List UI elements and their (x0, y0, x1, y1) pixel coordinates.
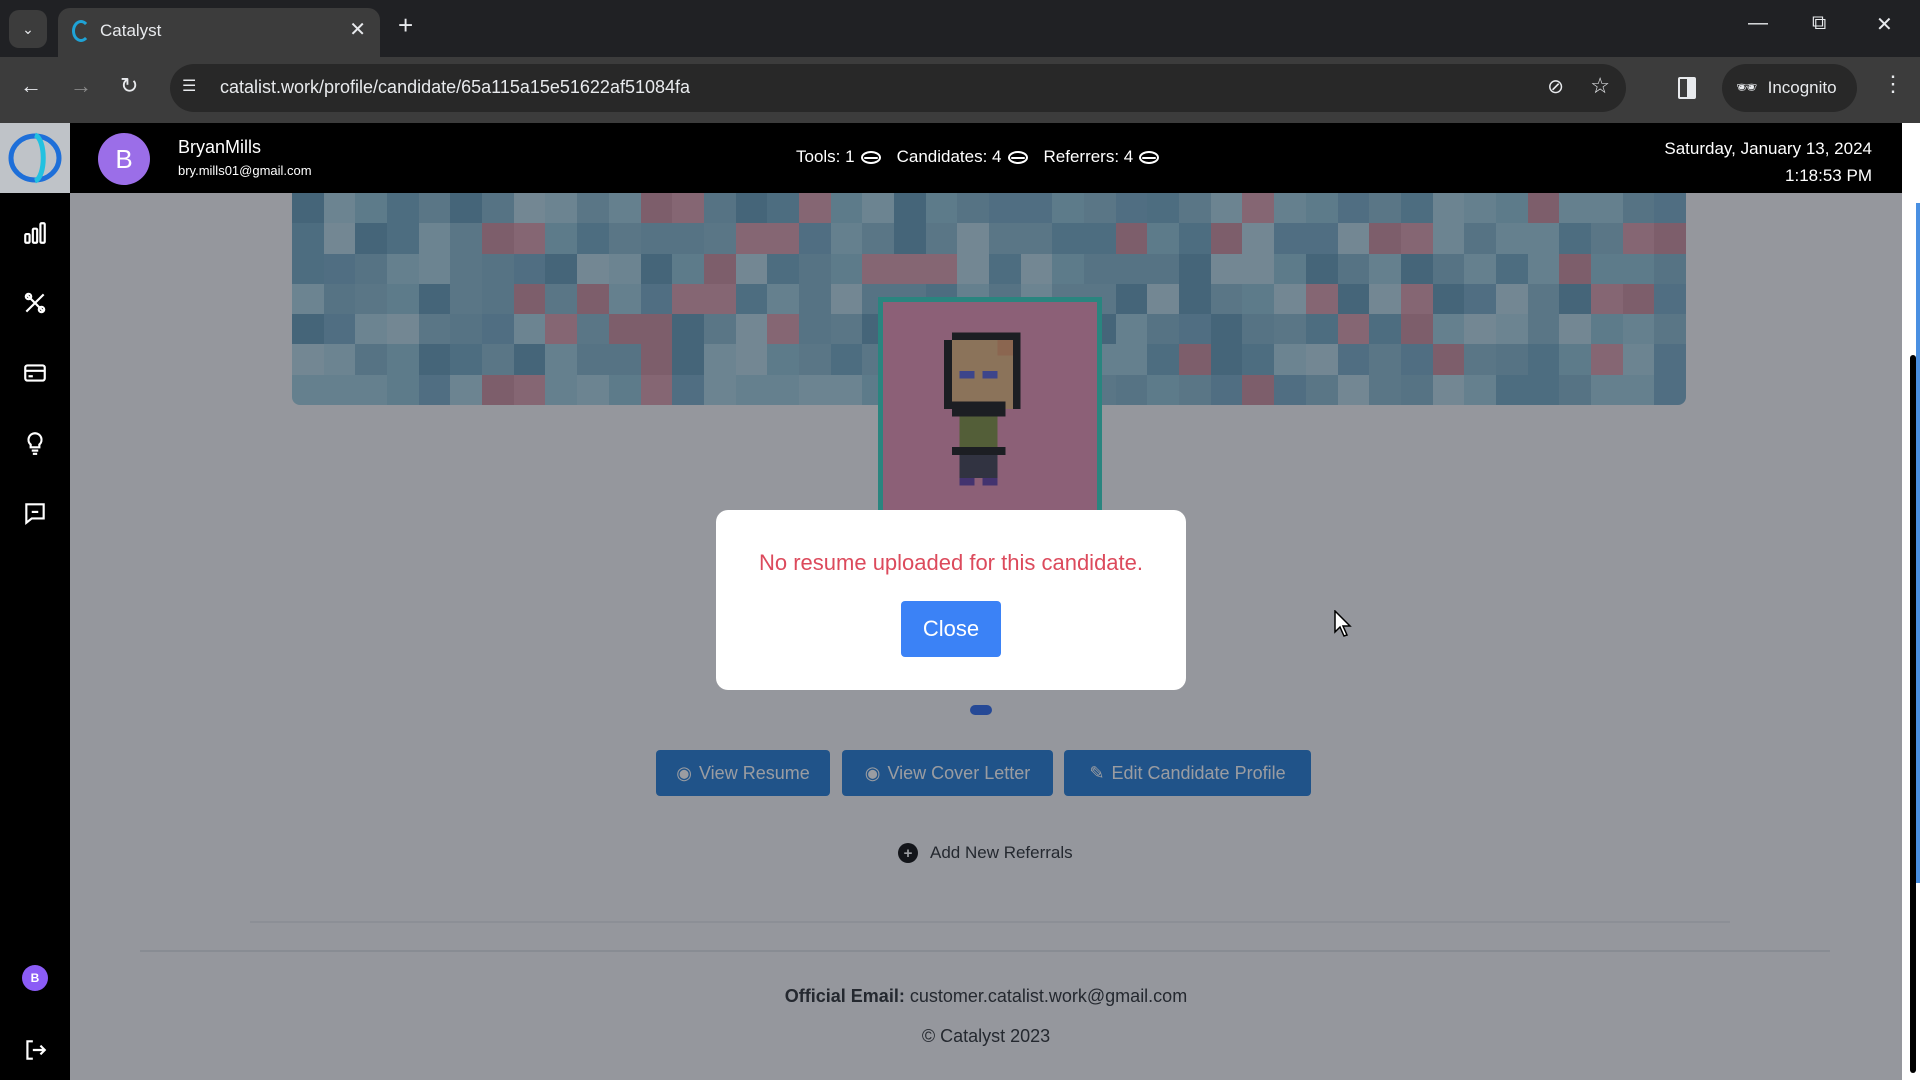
close-tab-icon[interactable]: ✕ (349, 17, 366, 42)
minimize-icon[interactable]: — (1748, 12, 1768, 35)
sidebar-item-messages[interactable] (20, 498, 50, 528)
chevron-down-icon: ⌄ (22, 20, 34, 37)
tab-search-button[interactable]: ⌄ (9, 10, 47, 48)
sidebar-item-ideas[interactable] (20, 428, 50, 458)
datetime: Saturday, January 13, 2024 1:18:53 PM (1664, 135, 1872, 189)
current-time: 1:18:53 PM (1785, 166, 1872, 185)
user-avatar[interactable]: B (98, 133, 150, 185)
catalyst-favicon-icon (72, 20, 90, 42)
site-info-icon[interactable]: ☰ (182, 76, 196, 96)
current-date: Saturday, January 13, 2024 (1664, 139, 1872, 158)
top-header: B BryanMills bry.mills01@gmail.com Tools… (70, 123, 1902, 193)
tab-title: Catalyst (100, 21, 162, 40)
credit-card-icon (24, 364, 46, 382)
catalyst-logo[interactable] (0, 123, 70, 193)
credit-counts: Tools: 1 Candidates: 4 Referrers: 4 (796, 147, 1160, 167)
coin-icon (1007, 150, 1028, 164)
mouse-cursor-icon (1334, 610, 1352, 637)
tools-count: Tools: 1 (796, 147, 881, 167)
side-panel-icon[interactable] (1678, 77, 1696, 99)
browser-tab-strip: ⌄ Catalyst ✕ + — ⧉ ✕ (0, 0, 1920, 57)
catalyst-logo-icon (8, 132, 62, 184)
incognito-label: Incognito (1767, 78, 1837, 97)
new-tab-button[interactable]: + (398, 10, 413, 41)
browser-menu-icon[interactable]: ⋮ (1882, 71, 1904, 97)
user-email: bry.mills01@gmail.com (178, 163, 312, 178)
modal-message: No resume uploaded for this candidate. (758, 550, 1143, 575)
coin-icon (1139, 150, 1160, 164)
scrollbar-thumb[interactable] (1910, 355, 1916, 1073)
tools-count-label: Tools: 1 (796, 147, 855, 166)
forward-icon[interactable]: → (70, 73, 92, 99)
tools-icon (24, 292, 46, 314)
coin-icon (860, 150, 881, 164)
window-close-icon[interactable]: ✕ (1876, 12, 1893, 37)
logout-button[interactable] (20, 1035, 50, 1065)
modal-close-button[interactable]: Close (901, 601, 1001, 657)
browser-toolbar: ← → ↻ ☰ catalist.work/profile/candidate/… (0, 57, 1920, 123)
browser-tab[interactable]: Catalyst ✕ (58, 8, 380, 57)
referrers-count-label: Referrers: 4 (1043, 147, 1134, 166)
lightbulb-icon (27, 432, 43, 455)
reload-icon[interactable]: ↻ (120, 73, 138, 99)
bookmark-star-icon[interactable]: ☆ (1590, 73, 1610, 99)
sidebar-item-dashboard[interactable] (20, 218, 50, 248)
alert-modal: No resume uploaded for this candidate. C… (716, 510, 1186, 690)
chat-icon (25, 503, 45, 526)
sidebar-item-billing[interactable] (20, 358, 50, 388)
candidates-count: Candidates: 4 (897, 147, 1028, 167)
user-name: BryanMills (178, 137, 262, 157)
scroll-accent (1916, 203, 1920, 883)
bar-chart-icon (24, 222, 46, 244)
sidebar: B (0, 123, 70, 1080)
restore-icon[interactable]: ⧉ (1812, 12, 1826, 35)
incognito-indicator[interactable]: 🕶 Incognito (1722, 64, 1857, 112)
sidebar-item-tools[interactable] (20, 288, 50, 318)
url-text[interactable]: catalist.work/profile/candidate/65a115a1… (220, 77, 690, 98)
referrers-count: Referrers: 4 (1044, 147, 1160, 167)
eye-off-icon[interactable]: ⊘ (1547, 74, 1564, 99)
page-scrollbar[interactable] (1902, 123, 1920, 1080)
back-icon[interactable]: ← (20, 73, 42, 99)
address-bar[interactable]: ☰ catalist.work/profile/candidate/65a115… (170, 64, 1626, 112)
logout-icon (26, 1040, 47, 1060)
candidates-count-label: Candidates: 4 (896, 147, 1002, 166)
sidebar-avatar[interactable]: B (22, 965, 48, 991)
incognito-icon: 🕶 (1736, 78, 1758, 97)
